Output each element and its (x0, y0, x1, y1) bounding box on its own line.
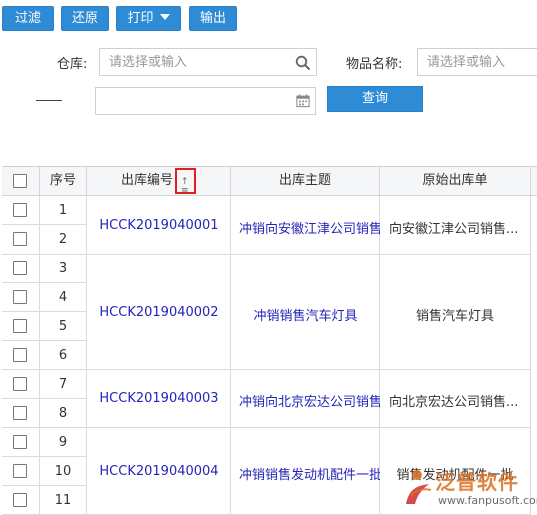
outbound-subject-link[interactable]: 冲销向北京宏达公司销售 (231, 391, 380, 410)
row-seq: 4 (58, 290, 68, 305)
header-code-label: 出库编号 (120, 173, 173, 188)
print-label: 打印 (127, 11, 154, 26)
warehouse-input[interactable] (100, 49, 316, 75)
row-checkbox[interactable] (13, 464, 27, 478)
seq-cell: 9 (40, 428, 87, 457)
sort-icon[interactable]: ↑ ≡ (175, 168, 196, 196)
row-seq: 6 (58, 348, 68, 363)
row-checkbox[interactable] (13, 203, 27, 217)
seq-cell: 10 (40, 457, 87, 486)
row-select-cell (2, 399, 40, 428)
row-seq: 9 (58, 435, 68, 450)
date-input[interactable] (96, 88, 315, 114)
select-all-checkbox[interactable] (13, 174, 27, 188)
query-button[interactable]: 查询 (327, 86, 423, 112)
data-grid: 序号 出库编号 ↑ ≡ 出库主题 原始出库单 1 2 3 4 5 6 7 8 9 10 11 HCCK20… (2, 166, 537, 515)
row-select-cell (2, 457, 40, 486)
restore-button[interactable]: 还原 (61, 6, 109, 31)
seq-cell: 4 (40, 283, 87, 312)
row-checkbox[interactable] (13, 406, 27, 420)
outbound-subject-link[interactable]: 冲销销售汽车灯具 (231, 305, 380, 324)
seq-cell: 11 (40, 486, 87, 515)
original-outbound-text: 向安徽江津公司销售... (389, 222, 519, 237)
row-select-cell (2, 428, 40, 457)
row-select-cell (2, 283, 40, 312)
outbound-subject-link[interactable]: 冲销向安徽江津公司销售 (231, 218, 380, 237)
item-name-field[interactable] (417, 48, 537, 76)
header-seq: 序号 (40, 167, 87, 195)
row-select-cell (2, 486, 40, 515)
row-seq: 2 (58, 232, 68, 247)
row-checkbox[interactable] (13, 261, 27, 275)
outbound-code-link[interactable]: HCCK2019040001 (87, 218, 231, 233)
header-subject: 出库主题 (231, 167, 380, 195)
seq-cell: 7 (40, 370, 87, 399)
seq-cell: 3 (40, 255, 87, 283)
grid-header: 序号 出库编号 ↑ ≡ 出库主题 原始出库单 (2, 167, 537, 196)
original-outbound-text: 销售汽车灯具 (415, 309, 494, 324)
range-separator (36, 100, 62, 101)
warehouse-field[interactable] (99, 48, 317, 76)
row-seq: 11 (54, 493, 72, 508)
seq-cell: 8 (40, 399, 87, 428)
row-seq: 10 (54, 464, 72, 479)
row-checkbox[interactable] (13, 435, 27, 449)
seq-cell: 2 (40, 225, 87, 255)
row-select-cell (2, 341, 40, 370)
row-seq: 5 (58, 319, 68, 334)
row-checkbox[interactable] (13, 493, 27, 507)
outbound-subject-link[interactable]: 冲销销售发动机配件一批 (231, 464, 380, 483)
date-field[interactable] (95, 87, 316, 115)
row-checkbox[interactable] (13, 232, 27, 246)
row-select-cell (2, 225, 40, 255)
print-dropdown-button[interactable]: 打印 (116, 6, 181, 31)
row-select-cell (2, 370, 40, 399)
row-select-cell (2, 255, 40, 283)
seq-cell: 5 (40, 312, 87, 341)
row-seq: 1 (58, 203, 68, 218)
export-button[interactable]: 输出 (189, 6, 237, 31)
row-seq: 7 (58, 377, 68, 392)
calendar-icon[interactable] (296, 93, 310, 108)
original-outbound-text: 销售发动机配件一批 (396, 468, 514, 483)
toolbar: 过滤 还原 打印 输出 (0, 0, 537, 36)
search-icon[interactable] (295, 55, 311, 71)
row-checkbox[interactable] (13, 319, 27, 333)
header-code[interactable]: 出库编号 ↑ ≡ (87, 167, 231, 196)
outbound-code-link[interactable]: HCCK2019040003 (87, 391, 231, 406)
row-select-cell (2, 312, 40, 341)
warehouse-label: 仓库: (57, 57, 88, 72)
row-select-cell (2, 196, 40, 225)
item-name-input[interactable] (418, 49, 537, 75)
header-original: 原始出库单 (380, 167, 531, 195)
header-select-all (2, 167, 40, 195)
filter-button[interactable]: 过滤 (2, 6, 54, 31)
outbound-code-link[interactable]: HCCK2019040004 (87, 464, 231, 479)
chevron-down-icon (159, 14, 170, 20)
item-name-label: 物品名称: (346, 57, 403, 72)
row-checkbox[interactable] (13, 348, 27, 362)
seq-cell: 1 (40, 196, 87, 225)
seq-cell: 6 (40, 341, 87, 370)
outbound-code-link[interactable]: HCCK2019040002 (87, 305, 231, 320)
row-seq: 3 (58, 261, 68, 276)
row-seq: 8 (58, 406, 68, 421)
row-checkbox[interactable] (13, 377, 27, 391)
original-outbound-text: 向北京宏达公司销售... (389, 395, 519, 410)
row-checkbox[interactable] (13, 290, 27, 304)
